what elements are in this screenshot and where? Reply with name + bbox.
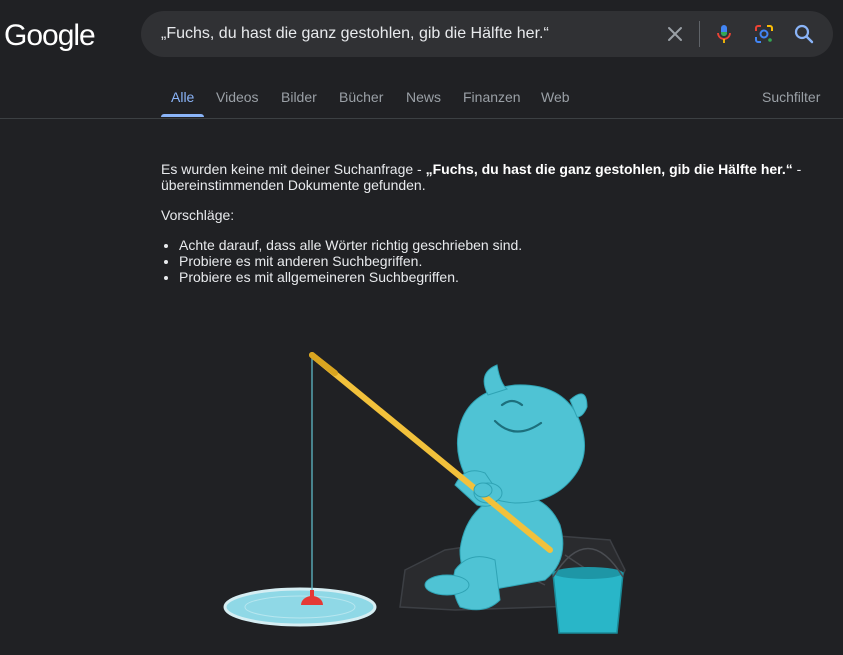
search-tabs: Alle Videos Bilder Bücher News Finanzen …: [0, 76, 843, 119]
search-divider: [699, 21, 700, 47]
microphone-icon[interactable]: [712, 22, 736, 46]
close-icon[interactable]: [663, 22, 687, 46]
tab-alle[interactable]: Alle: [171, 89, 194, 105]
suggestions-list: Achte darauf, dass alle Wörter richtig g…: [161, 237, 821, 285]
active-tab-indicator: [161, 114, 204, 117]
no-results-message: Es wurden keine mit deiner Suchanfrage -…: [161, 161, 821, 285]
tab-web[interactable]: Web: [541, 89, 570, 105]
search-filter-button[interactable]: Suchfilter: [762, 89, 820, 105]
lens-icon[interactable]: [752, 22, 776, 46]
tab-news[interactable]: News: [406, 89, 441, 105]
tab-finanzen[interactable]: Finanzen: [463, 89, 521, 105]
tab-videos[interactable]: Videos: [216, 89, 259, 105]
google-logo[interactable]: Google: [4, 14, 98, 54]
google-logo-text: Google: [4, 19, 95, 52]
ice-hole: [223, 587, 377, 627]
bucket: [552, 572, 624, 634]
search-icon[interactable]: [792, 22, 816, 46]
search-input[interactable]: „Fuchs, du hast die ganz gestohlen, gib …: [161, 25, 549, 43]
search-box[interactable]: „Fuchs, du hast die ganz gestohlen, gib …: [141, 11, 833, 57]
no-results-prefix: Es wurden keine mit deiner Suchanfrage -: [161, 161, 426, 177]
yeti-fishing-illustration: [223, 352, 626, 634]
tab-buecher[interactable]: Bücher: [339, 89, 383, 105]
suggestion-item: Probiere es mit anderen Suchbegriffen.: [179, 253, 821, 269]
suggestion-item: Achte darauf, dass alle Wörter richtig g…: [179, 237, 821, 253]
tab-bilder[interactable]: Bilder: [281, 89, 317, 105]
suggestion-item: Probiere es mit allgemeineren Suchbegrif…: [179, 269, 821, 285]
no-results-text: Es wurden keine mit deiner Suchanfrage -…: [161, 161, 821, 193]
suggestions-heading: Vorschläge:: [161, 207, 235, 223]
no-results-query: „Fuchs, du hast die ganz gestohlen, gib …: [425, 161, 793, 177]
